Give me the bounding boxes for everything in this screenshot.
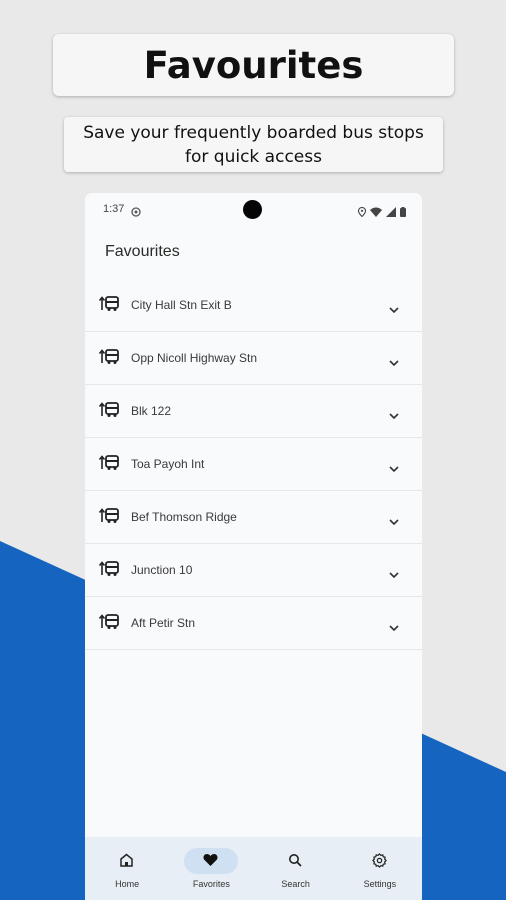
nav-label: Search xyxy=(281,879,310,889)
status-time: 1:37 xyxy=(103,203,125,215)
notification-icon xyxy=(131,204,141,222)
bus-stop-name: Bef Thomson Ridge xyxy=(131,510,237,524)
status-bar: 1:37 xyxy=(85,193,422,227)
wifi-icon xyxy=(370,204,382,222)
chevron-down-icon[interactable] xyxy=(389,565,399,583)
promo-subtitle: Save your frequently boarded bus stops f… xyxy=(64,117,443,172)
bus-stop-icon xyxy=(98,561,119,582)
camera-cutout xyxy=(243,200,262,219)
nav-label: Home xyxy=(115,879,140,889)
bottom-navigation: Home Favorites Search Settings xyxy=(85,837,422,900)
list-item[interactable]: Junction 10 xyxy=(85,544,422,597)
nav-search[interactable]: Search xyxy=(254,837,338,900)
gear-icon xyxy=(371,853,387,873)
bus-stop-icon xyxy=(98,402,119,423)
chevron-down-icon[interactable] xyxy=(389,353,399,371)
bus-stop-icon xyxy=(98,455,119,476)
bus-stop-name: Toa Payoh Int xyxy=(131,457,205,471)
list-item[interactable]: Toa Payoh Int xyxy=(85,438,422,491)
home-icon xyxy=(119,853,134,872)
signal-icon xyxy=(386,204,396,222)
list-item[interactable]: Bef Thomson Ridge xyxy=(85,491,422,544)
nav-settings[interactable]: Settings xyxy=(338,837,422,900)
battery-icon xyxy=(400,204,406,222)
list-item[interactable]: Aft Petir Stn xyxy=(85,597,422,650)
heart-icon xyxy=(203,853,218,872)
list-item[interactable]: City Hall Stn Exit B xyxy=(85,279,422,332)
bus-stop-name: Junction 10 xyxy=(131,563,193,577)
chevron-down-icon[interactable] xyxy=(389,459,399,477)
bus-stop-name: City Hall Stn Exit B xyxy=(131,298,232,312)
nav-favorites[interactable]: Favorites xyxy=(169,837,253,900)
bus-stop-name: Opp Nicoll Highway Stn xyxy=(131,351,258,365)
bus-stop-icon xyxy=(98,614,119,635)
chevron-down-icon[interactable] xyxy=(389,512,399,530)
bus-stop-icon xyxy=(98,349,119,370)
location-icon xyxy=(357,204,367,222)
bus-stop-name: Blk 122 xyxy=(131,404,172,418)
nav-label: Settings xyxy=(363,879,397,889)
promo-title: Favourites xyxy=(53,34,454,96)
nav-home[interactable]: Home xyxy=(85,837,169,900)
phone-screen: 1:37 Favourites City Hall Stn Exit B Opp… xyxy=(85,193,422,900)
page-title: Favourites xyxy=(105,243,180,260)
favourites-list: City Hall Stn Exit B Opp Nicoll Highway … xyxy=(85,279,422,650)
bus-stop-name: Aft Petir Stn xyxy=(131,616,196,630)
bus-stop-icon xyxy=(98,296,119,317)
chevron-down-icon[interactable] xyxy=(389,406,399,424)
status-icons xyxy=(357,204,406,222)
chevron-down-icon[interactable] xyxy=(389,618,399,636)
list-item[interactable]: Opp Nicoll Highway Stn xyxy=(85,332,422,385)
nav-label: Favorites xyxy=(192,879,230,889)
bus-stop-icon xyxy=(98,508,119,529)
chevron-down-icon[interactable] xyxy=(389,300,399,318)
search-icon xyxy=(288,853,303,872)
list-item[interactable]: Blk 122 xyxy=(85,385,422,438)
